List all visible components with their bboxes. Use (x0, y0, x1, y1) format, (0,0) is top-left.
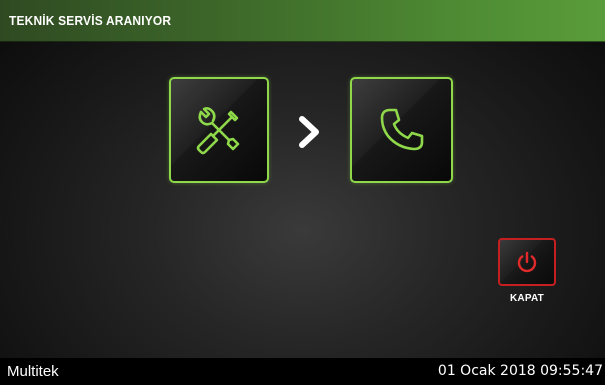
datetime-label: 01 Ocak 2018 09:55:47 (437, 363, 603, 379)
technical-service-calling-screen: TEKNİK SERVİS ARANIYOR KAPAT Multitek 01… (0, 0, 605, 385)
phone-call-tile (350, 77, 453, 183)
phone-icon (380, 108, 423, 151)
close-button[interactable]: KAPAT (498, 238, 556, 312)
brand-label: Multitek (7, 363, 59, 380)
close-button-label[interactable]: KAPAT (498, 293, 556, 304)
technical-service-tile (169, 77, 269, 183)
power-icon (517, 251, 537, 273)
title-bar: TEKNİK SERVİS ARANIYOR (0, 0, 605, 42)
status-bar: Multitek 01 Ocak 2018 09:55:47 (0, 358, 605, 385)
chevron-right-icon (299, 116, 319, 148)
tools-icon (196, 107, 240, 155)
page-title: TEKNİK SERVİS ARANIYOR (9, 13, 172, 28)
close-button-tile[interactable] (498, 238, 556, 286)
